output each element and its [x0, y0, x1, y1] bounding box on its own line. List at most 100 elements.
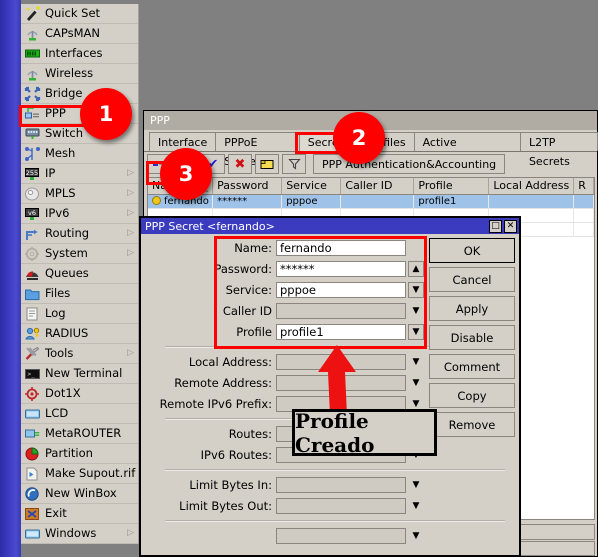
sidebar-item-quick-set[interactable]: Quick Set: [21, 4, 138, 24]
close-icon[interactable]: ✕: [504, 219, 517, 233]
toolbar-filter-button[interactable]: [282, 154, 306, 174]
dropdown-caret-icon[interactable]: ▼: [408, 375, 424, 391]
comment-button[interactable]: Comment: [429, 354, 515, 379]
sidebar-item-metarouter[interactable]: MetaROUTER: [21, 424, 138, 444]
cancel-button[interactable]: Cancel: [429, 267, 515, 292]
sidebar-item-capsman[interactable]: CAPsMAN: [21, 24, 138, 44]
sidebar-item-partition[interactable]: Partition: [21, 444, 138, 464]
disable-button[interactable]: Disable: [429, 325, 515, 350]
field-label-remote-ipv6-prefix: Remote IPv6 Prefix:: [159, 397, 272, 411]
apply-button[interactable]: Apply: [429, 296, 515, 321]
winbox-icon: [25, 486, 39, 501]
queues-icon: [24, 266, 41, 282]
copy-button[interactable]: Copy: [429, 383, 515, 408]
terminal-icon: >_: [24, 366, 41, 382]
toolbar-disable-button[interactable]: ✖: [228, 154, 252, 174]
sidebar-item-windows[interactable]: Windows ▷: [21, 524, 138, 544]
interfaces-icon: [24, 46, 41, 62]
radius-icon: [25, 327, 40, 339]
ipv6-icon: v6: [24, 206, 41, 222]
dropdown-caret-icon[interactable]: ▼: [408, 354, 424, 370]
column-header-profile[interactable]: Profile: [414, 178, 490, 194]
step-badge-2: 2: [333, 112, 385, 164]
sidebar-item-label: Make Supout.rif: [45, 465, 136, 480]
tab-l2tp-secrets[interactable]: L2TP Secrets: [519, 132, 598, 168]
dropdown-caret-icon[interactable]: ▼: [408, 477, 424, 493]
folder-icon: [24, 286, 41, 302]
dot1x-icon: [25, 386, 39, 401]
toolbar-comment-button[interactable]: [255, 154, 279, 174]
column-header-local-address[interactable]: Local Address: [489, 178, 575, 194]
chevron-right-icon: ▷: [127, 188, 134, 198]
sidebar-item-label: MetaROUTER: [45, 425, 122, 440]
sidebar-item-label: Mesh: [45, 145, 76, 160]
sidebar-item-log[interactable]: Log: [21, 304, 138, 324]
sidebar-item-tools[interactable]: Tools ▷: [21, 344, 138, 364]
sidebar-item-ipv6[interactable]: v6 IPv6 ▷: [21, 204, 138, 224]
sidebar-item-new-winbox[interactable]: New WinBox: [21, 484, 138, 504]
ok-button[interactable]: OK: [429, 238, 515, 263]
supout-icon: [24, 466, 41, 482]
ppp-window-title: PPP: [150, 114, 170, 127]
field-input-limit-bytes-in[interactable]: [276, 477, 406, 493]
log-icon: [24, 306, 41, 322]
highlight-box-fields: [214, 236, 427, 349]
filter-icon: [287, 158, 301, 170]
sidebar-item-new-terminal[interactable]: >_ New Terminal: [21, 364, 138, 384]
table-cell-password: ******: [213, 195, 283, 208]
tab-pppoe-servers[interactable]: PPPoE Servers: [215, 132, 300, 168]
sidebar-item-queues[interactable]: Queues: [21, 264, 138, 284]
switch-icon: [25, 128, 40, 139]
sidebar-item-label: Windows: [45, 525, 97, 540]
metarouter-icon: [24, 426, 41, 442]
mesh-icon: [25, 146, 40, 161]
sidebar-item-system[interactable]: System ▷: [21, 244, 138, 264]
field-label-limit-bytes-in: Limit Bytes In:: [189, 478, 272, 492]
field-label-local-address: Local Address:: [188, 355, 272, 369]
column-header-r[interactable]: R: [574, 178, 594, 194]
maximize-icon[interactable]: □: [489, 219, 502, 233]
table-row[interactable]: fernando ****** pppoe profile1: [148, 195, 594, 209]
winbox-icon: [24, 486, 41, 502]
sidebar-item-mpls[interactable]: MPLS ▷: [21, 184, 138, 204]
svg-text:>_: >_: [28, 371, 36, 378]
sidebar-item-interfaces[interactable]: Interfaces: [21, 44, 138, 64]
sidebar-item-label: Exit: [45, 505, 67, 520]
sidebar-item-lcd[interactable]: LCD: [21, 404, 138, 424]
ip-icon: 255: [24, 166, 41, 182]
supout-icon: [26, 467, 38, 480]
sidebar-item-exit[interactable]: Exit: [21, 504, 138, 524]
step-badge-3: 3: [160, 148, 212, 200]
column-header-service[interactable]: Service: [282, 178, 342, 194]
comment-icon: [260, 159, 274, 169]
sidebar-item-wireless[interactable]: Wireless: [21, 64, 138, 84]
column-header-password[interactable]: Password: [213, 178, 283, 194]
interfaces-icon: [25, 49, 40, 57]
sidebar-item-label: Switch: [45, 125, 84, 140]
metarouter-icon: [25, 429, 40, 437]
dropdown-caret-icon[interactable]: ▼: [408, 498, 424, 514]
sidebar-item-mesh[interactable]: Mesh: [21, 144, 138, 164]
dropdown-caret-icon[interactable]: ▼: [408, 528, 424, 544]
sidebar-item-label: Quick Set: [45, 5, 101, 20]
sidebar-item-dot1x[interactable]: Dot1X: [21, 384, 138, 404]
chevron-right-icon: ▷: [127, 528, 134, 538]
tab-active-connections[interactable]: Active Connections: [413, 132, 521, 168]
remove-button[interactable]: Remove: [429, 412, 515, 437]
column-header-caller-id[interactable]: Caller ID: [341, 178, 415, 194]
sidebar-item-make-supout-rif[interactable]: Make Supout.rif: [21, 464, 138, 484]
chevron-right-icon: ▷: [127, 248, 134, 258]
sidebar-item-radius[interactable]: RADIUS: [21, 324, 138, 344]
red-up-arrow-icon: [318, 345, 356, 415]
sidebar-item-files[interactable]: Files: [21, 284, 138, 304]
sidebar-item-ip[interactable]: 255 IP ▷: [21, 164, 138, 184]
status-dot-icon: [152, 196, 161, 205]
field-input-extra[interactable]: [276, 528, 406, 544]
field-row-limit-bytes-in: Limit Bytes In: ▼: [141, 475, 519, 495]
wand-icon: [26, 5, 40, 21]
ppp-secret-dialog-buttons: OK Cancel Apply Disable Comment Copy Remove: [429, 238, 515, 441]
sidebar-item-routing[interactable]: Routing ▷: [21, 224, 138, 244]
sidebar-item-label: MPLS: [45, 185, 76, 200]
field-input-limit-bytes-out[interactable]: [276, 498, 406, 514]
system-icon: [25, 246, 39, 261]
